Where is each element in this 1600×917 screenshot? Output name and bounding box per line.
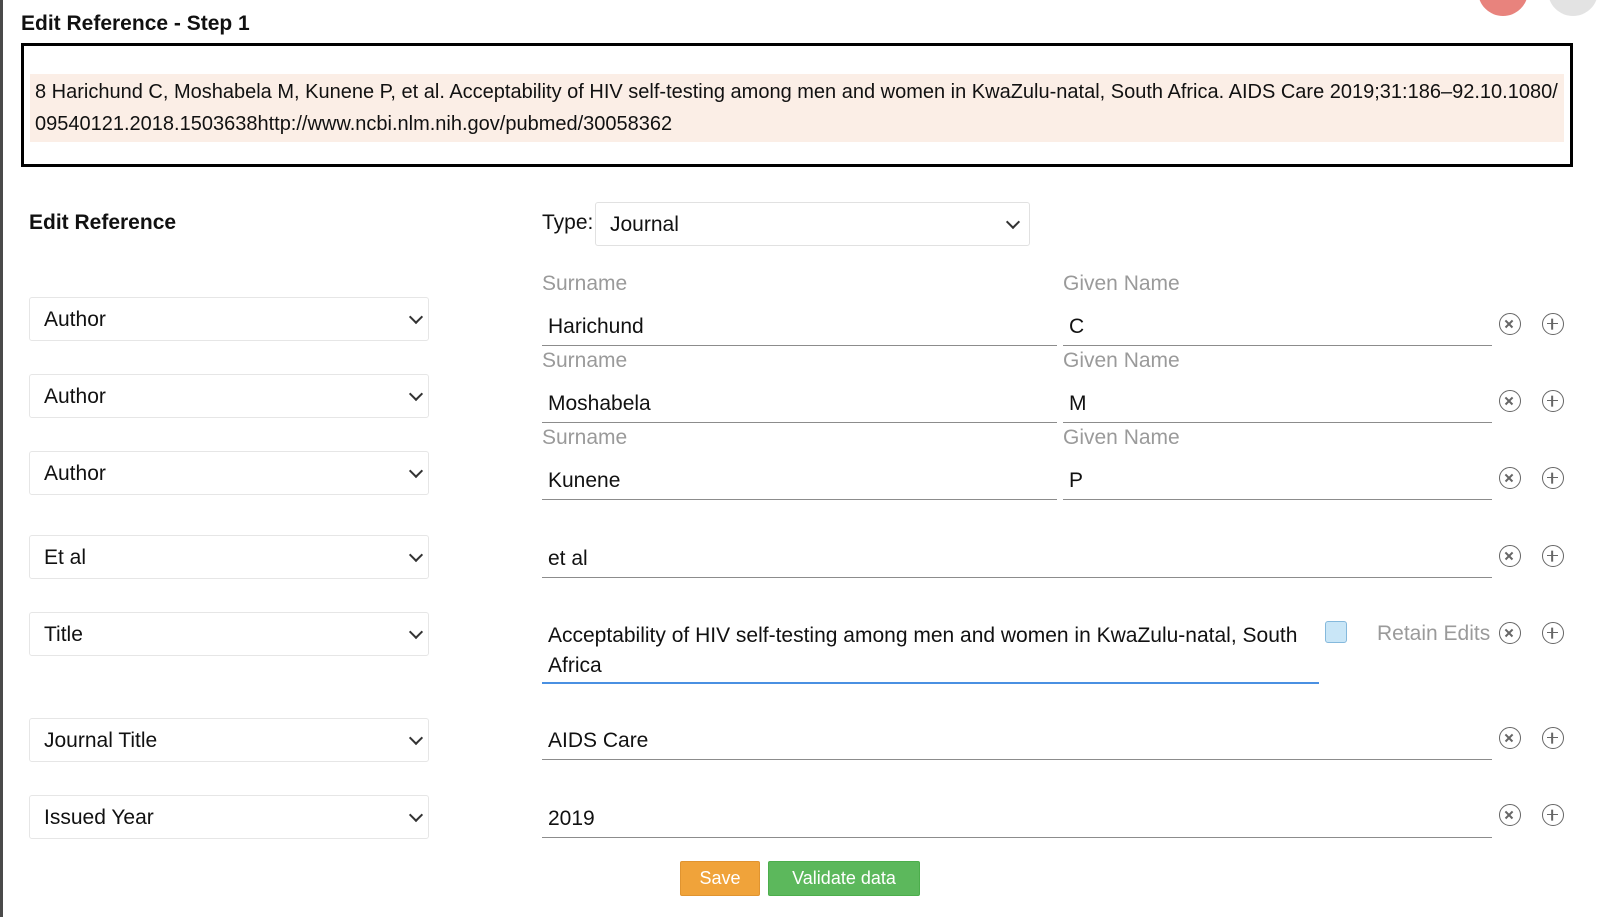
chevron-down-icon — [1005, 214, 1021, 230]
remove-circle-icon[interactable] — [1499, 727, 1521, 749]
window-control-button[interactable] — [1548, 0, 1598, 16]
title-value: Acceptability of HIV self-testing among … — [548, 624, 1298, 677]
add-circle-icon[interactable] — [1542, 313, 1564, 335]
field-type-value: Issued Year — [44, 806, 154, 829]
add-circle-icon[interactable] — [1542, 622, 1564, 644]
type-select[interactable]: Journal — [595, 202, 1030, 246]
validate-data-button[interactable]: Validate data — [768, 861, 920, 896]
given-name-input[interactable]: P — [1063, 460, 1492, 500]
section-title: Edit Reference — [29, 211, 177, 234]
surname-input[interactable]: Harichund — [542, 306, 1057, 346]
given-name-value: C — [1069, 315, 1085, 338]
window-edge — [0, 0, 3, 917]
given-name-input[interactable]: M — [1063, 383, 1492, 423]
chevron-down-icon — [408, 624, 424, 640]
field-type-value: Et al — [44, 546, 87, 569]
chevron-down-icon — [408, 730, 424, 746]
remove-circle-icon[interactable] — [1499, 804, 1521, 826]
type-label: Type: — [542, 211, 594, 234]
issued-year-value: 2019 — [548, 807, 595, 830]
issued-year-input[interactable]: 2019 — [542, 798, 1492, 838]
given-name-label: Given Name — [1063, 272, 1180, 295]
surname-value: Kunene — [548, 469, 621, 492]
add-circle-icon[interactable] — [1542, 467, 1564, 489]
et-al-input[interactable]: et al — [542, 538, 1492, 578]
surname-input[interactable]: Kunene — [542, 460, 1057, 500]
retain-edits-checkbox[interactable] — [1325, 621, 1347, 643]
add-circle-icon[interactable] — [1542, 545, 1564, 567]
field-type-select-author-1[interactable]: Author — [29, 297, 429, 341]
surname-value: Harichund — [548, 315, 644, 338]
field-type-select-issued-year[interactable]: Issued Year — [29, 795, 429, 839]
given-name-value: P — [1069, 469, 1084, 492]
et-al-value: et al — [548, 547, 588, 570]
field-type-select-et-al[interactable]: Et al — [29, 535, 429, 579]
field-type-value: Author — [44, 385, 106, 408]
title-input[interactable]: Acceptability of HIV self-testing among … — [542, 608, 1319, 684]
surname-label: Surname — [542, 349, 628, 372]
journal-title-input[interactable]: AIDS Care — [542, 720, 1492, 760]
add-circle-icon[interactable] — [1542, 804, 1564, 826]
given-name-value: M — [1069, 392, 1087, 415]
remove-circle-icon[interactable] — [1499, 467, 1521, 489]
chevron-down-icon — [408, 807, 424, 823]
chevron-down-icon — [408, 463, 424, 479]
given-name-label: Given Name — [1063, 349, 1180, 372]
field-type-value: Title — [44, 623, 83, 646]
chevron-down-icon — [408, 386, 424, 402]
field-type-value: Journal Title — [44, 729, 158, 752]
surname-label: Surname — [542, 426, 628, 449]
surname-label: Surname — [542, 272, 628, 295]
dialog-title: Edit Reference - Step 1 — [21, 12, 250, 35]
given-name-label: Given Name — [1063, 426, 1180, 449]
field-type-select-author-2[interactable]: Author — [29, 374, 429, 418]
field-type-value: Author — [44, 462, 106, 485]
journal-title-value: AIDS Care — [548, 729, 649, 752]
remove-circle-icon[interactable] — [1499, 390, 1521, 412]
save-button[interactable]: Save — [680, 861, 760, 896]
surname-value: Moshabela — [548, 392, 651, 415]
type-value: Journal — [610, 213, 679, 236]
remove-circle-icon[interactable] — [1499, 545, 1521, 567]
given-name-input[interactable]: C — [1063, 306, 1492, 346]
field-type-value: Author — [44, 308, 106, 331]
chevron-down-icon — [408, 547, 424, 563]
remove-circle-icon[interactable] — [1499, 313, 1521, 335]
remove-circle-icon[interactable] — [1499, 622, 1521, 644]
add-circle-icon[interactable] — [1542, 390, 1564, 412]
reference-preview-box: 8 Harichund C, Moshabela M, Kunene P, et… — [21, 43, 1573, 167]
surname-input[interactable]: Moshabela — [542, 383, 1057, 423]
retain-edits-label: Retain Edits — [1377, 622, 1491, 645]
field-type-select-title[interactable]: Title — [29, 612, 429, 656]
field-type-select-journal-title[interactable]: Journal Title — [29, 718, 429, 762]
chevron-down-icon — [408, 309, 424, 325]
close-window-button[interactable] — [1478, 0, 1528, 16]
add-circle-icon[interactable] — [1542, 727, 1564, 749]
reference-text: 8 Harichund C, Moshabela M, Kunene P, et… — [30, 74, 1564, 142]
field-type-select-author-3[interactable]: Author — [29, 451, 429, 495]
